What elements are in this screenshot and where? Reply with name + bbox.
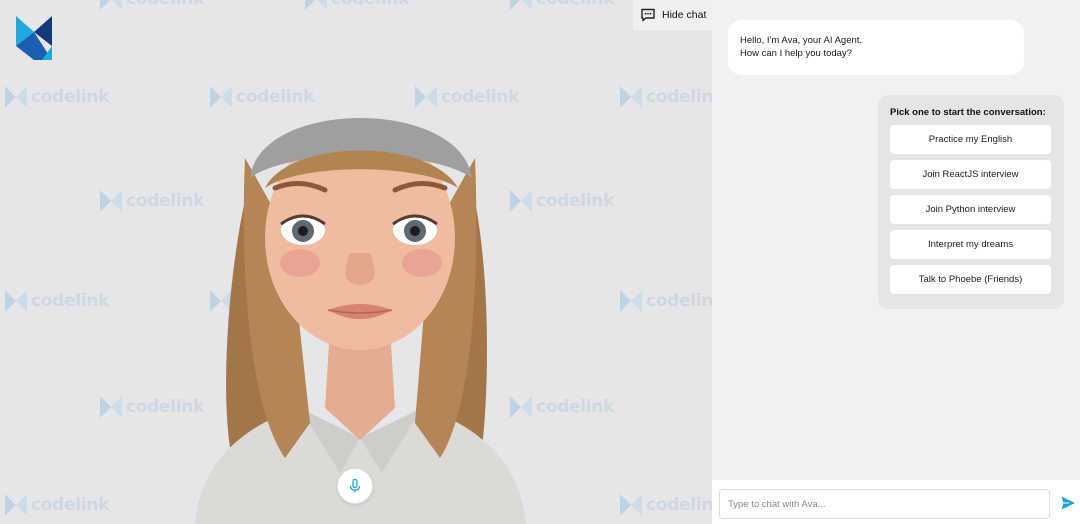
microphone-button[interactable] [337, 468, 373, 504]
codelink-watermark-icon [620, 494, 642, 516]
codelink-watermark-text: codelink [646, 291, 712, 311]
starter-talk-phoebe-button[interactable]: Talk to Phoebe (Friends) [890, 265, 1051, 294]
chat-panel: Hello, I'm Ava, your AI Agent. How can I… [712, 0, 1080, 524]
ai-message-line: How can I help you today? [740, 48, 852, 59]
hide-chat-button[interactable]: Hide chat [633, 0, 712, 30]
codelink-watermark: codelink [100, 396, 204, 418]
codelink-logo-icon [16, 16, 52, 60]
codelink-watermark: codelink [510, 0, 614, 10]
send-icon[interactable] [1060, 495, 1076, 511]
codelink-watermark: codelink [5, 86, 109, 108]
codelink-watermark: codelink [100, 190, 204, 212]
ai-message-bubble: Hello, I'm Ava, your AI Agent. How can I… [728, 20, 1024, 75]
codelink-watermark: codelink [620, 290, 712, 312]
codelink-watermark-text: codelink [31, 495, 110, 515]
codelink-watermark-icon [305, 0, 327, 10]
codelink-watermark: codelink [100, 0, 204, 10]
codelink-watermark-text: codelink [331, 0, 409, 9]
codelink-watermark-text: codelink [31, 87, 110, 107]
chat-input-bar [712, 480, 1080, 524]
codelink-watermark-icon [510, 0, 532, 10]
starter-reactjs-interview-button[interactable]: Join ReactJS interview [890, 160, 1051, 189]
codelink-watermark-text: codelink [646, 495, 712, 515]
codelink-watermark-icon [620, 86, 642, 108]
codelink-watermark-text: codelink [536, 0, 614, 9]
codelink-watermark: codelink [5, 494, 109, 516]
starter-practice-english-button[interactable]: Practice my English [890, 125, 1051, 154]
hide-chat-label: Hide chat [662, 9, 707, 21]
codelink-watermark-icon [100, 190, 122, 212]
chat-input[interactable] [719, 489, 1050, 519]
codelink-watermark-icon [100, 396, 122, 418]
ai-message-line: Hello, I'm Ava, your AI Agent. [740, 35, 863, 46]
codelink-watermark: codelink [620, 494, 712, 516]
starter-python-interview-button[interactable]: Join Python interview [890, 195, 1051, 224]
codelink-watermark-text: codelink [126, 0, 204, 9]
codelink-watermark: codelink [5, 290, 109, 312]
codelink-watermark-icon [5, 290, 27, 312]
codelink-watermark-text: codelink [536, 191, 615, 211]
ava-avatar [195, 118, 526, 524]
codelink-watermark: codelink [620, 86, 712, 108]
codelink-watermark: codelink [305, 0, 409, 10]
codelink-watermark-icon [5, 494, 27, 516]
starters-title: Pick one to start the conversation: [890, 107, 1046, 118]
codelink-watermark-text: codelink [646, 87, 712, 107]
chat-bubble-icon [641, 8, 655, 22]
codelink-watermark-icon [5, 86, 27, 108]
codelink-watermark-text: codelink [31, 291, 110, 311]
starter-interpret-dreams-button[interactable]: Interpret my dreams [890, 230, 1051, 259]
codelink-watermark-icon [100, 0, 122, 10]
avatar-stage: codelink codelink codelink codelink codelink… [0, 0, 712, 524]
conversation-starters: Pick one to start the conversation: Prac… [878, 95, 1064, 309]
codelink-watermark-text: codelink [536, 397, 615, 417]
microphone-icon [349, 478, 361, 493]
codelink-watermark-icon [620, 290, 642, 312]
